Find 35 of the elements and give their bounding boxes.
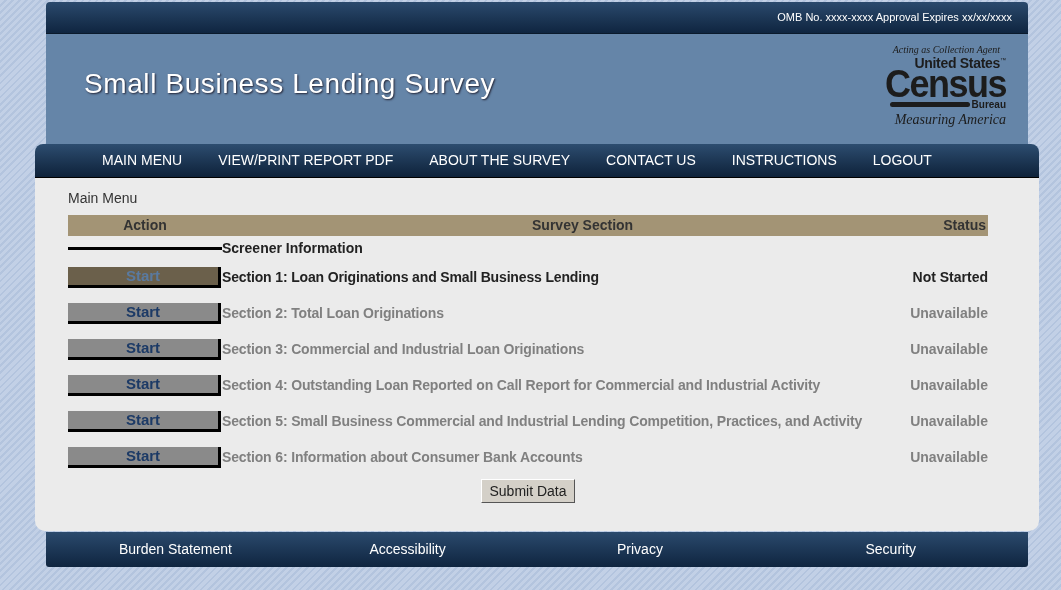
logo-text: Bureau	[971, 99, 1006, 110]
status-text: Unavailable	[910, 339, 988, 359]
section-title: Section 1: Loan Originations and Small Business Lending	[222, 267, 600, 287]
submit-button[interactable]: Submit Data	[481, 479, 575, 503]
nav-link[interactable]: LOGOUT	[872, 150, 932, 171]
footer-link[interactable]: Accessibility	[291, 539, 537, 560]
omb-notice: OMB No. xxxx-xxxx Approval Expires xx/xx/xxxx	[777, 10, 1012, 26]
logo-text: United States	[914, 55, 1000, 70]
section-title: Section 6: Information about Consumer Bank Accounts	[222, 447, 584, 467]
section-title: Section 2: Total Loan Originations	[222, 303, 445, 323]
status-text: Unavailable	[910, 411, 988, 431]
logo-tagline: Acting as Collection Agent	[892, 43, 1001, 56]
section-title: Section 4: Outstanding Loan Reported on Call Report for Commercial and Industrial Activity	[222, 375, 822, 395]
column-header: Survey Section	[531, 216, 635, 235]
status-text: Not Started	[912, 267, 988, 287]
column-header: Status	[943, 216, 987, 235]
site-title: Small Business Lending Survey	[84, 67, 496, 101]
logo-wordmark: Census	[884, 68, 1006, 99]
nav-link[interactable]: ABOUT THE SURVEY	[429, 150, 571, 171]
nav-link[interactable]: CONTACT US	[606, 150, 696, 171]
section-title: Section 5: Small Business Commercial and Industrial Lending Competition, Practices, and Activity	[222, 411, 864, 431]
section-heading: Screener Information	[222, 238, 364, 258]
footer-link[interactable]: Privacy	[537, 539, 783, 560]
nav-link[interactable]: MAIN MENU	[102, 150, 183, 171]
nav-link[interactable]: INSTRUCTIONS	[731, 150, 837, 171]
column-header: Action	[122, 216, 168, 235]
footer-link[interactable]: Security	[782, 539, 1028, 560]
section-title: Section 3: Commercial and Industrial Loan Originations	[222, 339, 586, 359]
status-text: Unavailable	[910, 303, 988, 323]
breadcrumb: Main Menu	[68, 189, 139, 206]
logo-tagline: Measuring America	[894, 110, 1006, 129]
nav-link[interactable]: VIEW/PRINT REPORT PDF	[218, 150, 394, 171]
status-text: Unavailable	[910, 447, 988, 467]
status-text: Unavailable	[910, 375, 988, 395]
footer-link[interactable]: Burden Statement	[46, 539, 292, 560]
